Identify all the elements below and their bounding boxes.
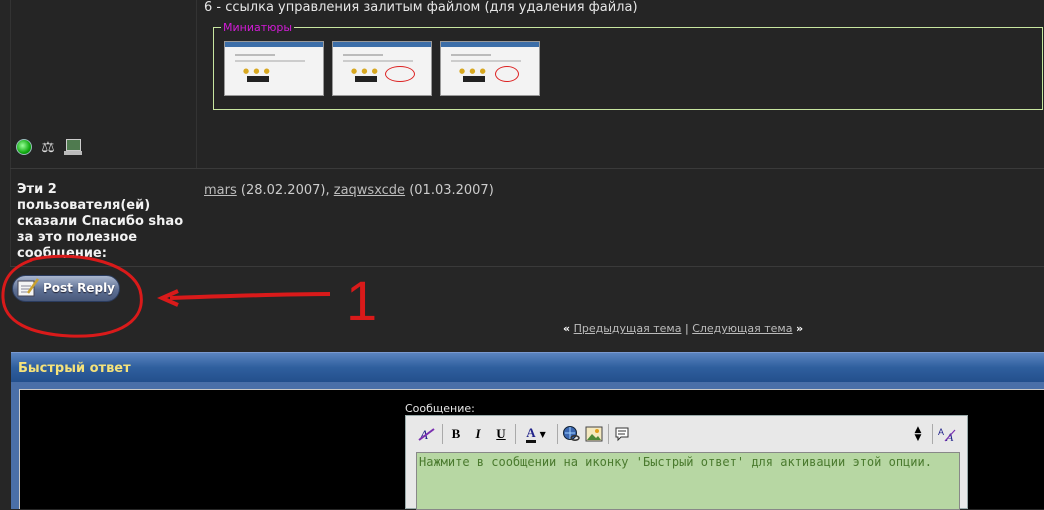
annotation-number: 1 [346,269,377,332]
quick-reply-header[interactable] [11,352,1044,382]
nav-divider: | [684,322,689,335]
quote-icon[interactable] [612,424,632,444]
thanks-user-date: (28.02.2007) [240,183,326,198]
font-color-icon[interactable]: A ▼ [519,424,553,444]
thumbnail-image[interactable]: ● ● ● [440,41,540,96]
thanks-user-link[interactable]: zaqwsxcde [334,183,405,198]
thanks-user-link[interactable]: mars [204,183,237,198]
online-status-icon[interactable] [16,139,32,155]
user-status-icons: ⚖ [16,139,82,155]
editor-toolbar: A B I U A ▼ ▲▼ AA [406,416,967,452]
resize-icon[interactable]: ▲ ▼ [908,424,928,444]
message-label: Сообщение: [405,402,475,415]
underline-icon[interactable]: U [491,424,511,444]
next-arrow: » [795,322,804,335]
next-thread-link[interactable]: Следующая тема [692,322,792,335]
italic-icon[interactable]: I [468,424,488,444]
row-divider [10,168,1044,169]
insert-link-icon[interactable] [561,424,581,444]
font-color-letter: A [526,425,536,443]
thanks-user-date: (01.03.2007) [409,183,494,198]
prev-arrow: « [563,322,571,335]
switch-mode-icon[interactable]: AA [936,424,960,444]
column-divider [196,0,197,168]
thanks-label: Эти 2 пользователя(ей) сказали Спасибо s… [17,182,184,258]
thumbnail-image[interactable]: ● ● ● [224,41,324,96]
thread-navigation: « Предыдущая тема | Следующая тема » [563,322,803,335]
thumbnail-image[interactable]: ● ● ● [332,41,432,96]
reputation-scales-icon[interactable]: ⚖ [38,139,58,155]
message-editor: A B I U A ▼ ▲▼ AA Нажмите в сообщении на… [405,415,968,510]
prev-thread-link[interactable]: Предыдущая тема [574,322,682,335]
post-note-text: 6 - ссылка управления залитым файлом (дл… [204,0,638,15]
thanks-users-list: mars (28.02.2007), zaqwsxcde (01.03.2007… [204,183,494,198]
annotation-overlay: 1 [1,254,377,338]
remove-format-icon[interactable]: A [416,424,438,444]
thumbnails-legend: Миниатюры [221,21,295,34]
insert-image-icon[interactable] [584,424,604,444]
bold-icon[interactable]: B [446,424,466,444]
list-separator: , [325,183,330,198]
annotation-circle [1,254,143,338]
quick-reply-title: Быстрый ответ [18,361,131,376]
annotation-arrow [169,292,331,300]
svg-text:A: A [938,427,944,437]
dropdown-arrow-icon: ▼ [539,429,546,439]
computer-icon[interactable] [64,139,82,155]
message-textarea[interactable]: Нажмите в сообщении на иконку 'Быстрый о… [416,452,960,510]
